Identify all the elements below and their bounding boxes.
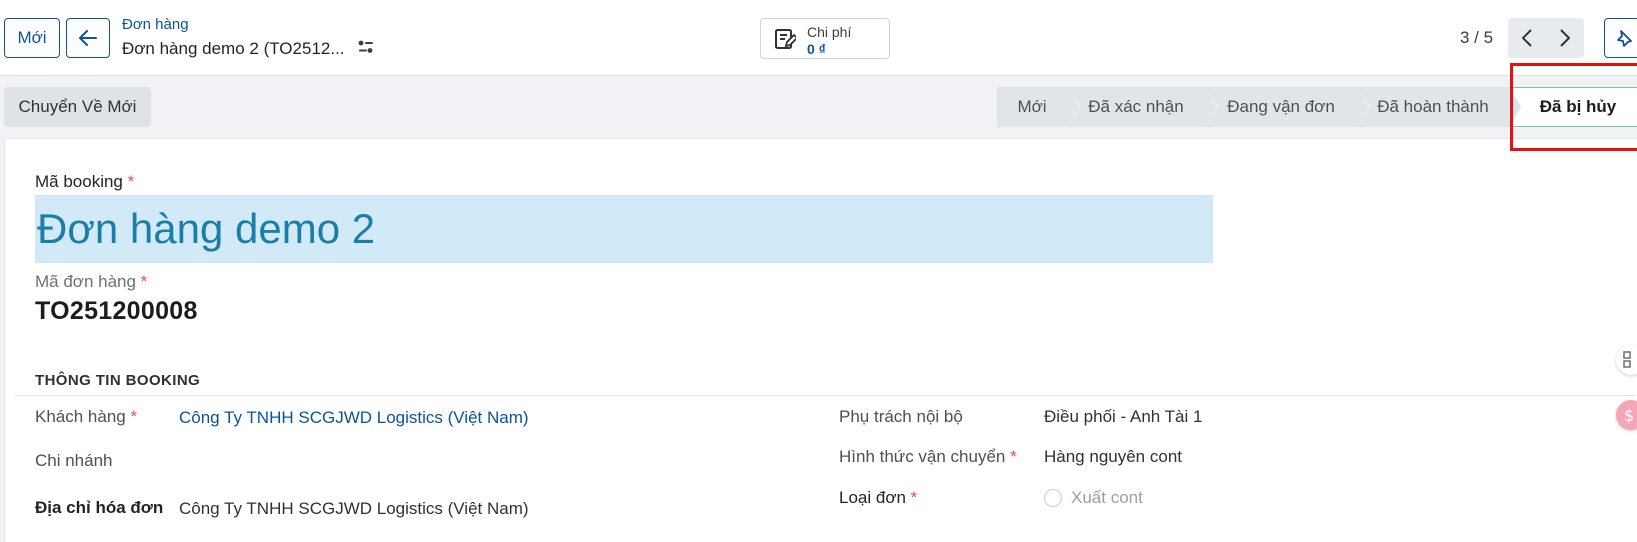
chevron-left-icon [1522, 29, 1532, 47]
stage-label: Đang vận đơn [1227, 97, 1335, 116]
customer-label: Khách hàng * [35, 407, 138, 426]
stage-new[interactable]: Mới [997, 87, 1080, 127]
invoice-address-label: Địa chỉ hóa đơn [35, 498, 164, 517]
booking-input[interactable]: Đơn hàng demo 2 [35, 195, 1213, 263]
branch-field[interactable] [179, 451, 779, 473]
required-marker: * [127, 172, 135, 191]
grid-view-icon[interactable] [1616, 345, 1637, 375]
order-type-radio[interactable] [1044, 489, 1062, 507]
pin-button[interactable] [1604, 18, 1637, 58]
transport-mode-field[interactable]: Hàng nguyên cont [1044, 447, 1182, 467]
control-panel: Mới Đơn hàng Đơn hàng demo 2 (TO2512... … [0, 0, 1637, 76]
breadcrumb-parent-link[interactable]: Đơn hàng [122, 16, 189, 33]
edit-document-icon [775, 29, 796, 49]
pager-buttons [1508, 18, 1584, 58]
pin-icon [1617, 30, 1632, 47]
back-button[interactable] [66, 18, 110, 58]
invoice-address-field[interactable]: Công Ty TNHH SCGJWD Logistics (Việt Nam) [179, 499, 529, 519]
booking-label: Mã booking * [35, 172, 135, 191]
order-code-label: Mã đơn hàng * [35, 272, 148, 291]
transport-mode-label: Hình thức vận chuyển * [839, 447, 1017, 466]
section-divider [15, 395, 1635, 396]
order-type-label: Loại đơn * [839, 488, 918, 507]
highlight-annotation [1510, 63, 1637, 151]
expense-smart-button[interactable]: Chi phí 0 ₫ [760, 18, 890, 59]
status-bar: Chuyển Về Mới Mới Đã xác nhận Đang vận đ… [0, 77, 1637, 137]
reset-to-new-button[interactable]: Chuyển Về Mới [4, 87, 151, 127]
stage-confirmed[interactable]: Đã xác nhận [1067, 87, 1218, 127]
expense-value: 0 ₫ [807, 41, 826, 57]
branch-label: Chi nhánh [35, 451, 113, 470]
section-title: THÔNG TIN BOOKING [35, 372, 201, 389]
customer-field[interactable]: Công Ty TNHH SCGJWD Logistics (Việt Nam) [179, 408, 529, 428]
chevron-right-icon [1560, 29, 1570, 47]
order-type-option-label: Xuất cont [1071, 488, 1143, 507]
arrow-left-icon [79, 30, 97, 46]
pager-next-button[interactable] [1546, 18, 1584, 58]
record-actions-icon[interactable] [358, 40, 374, 59]
stage-completed[interactable]: Đã hoàn thành [1357, 87, 1522, 127]
currency-icon[interactable]: $ [1616, 400, 1637, 430]
internal-owner-label: Phụ trách nội bộ [839, 407, 963, 426]
expense-label: Chi phí [807, 24, 852, 40]
booking-value: Đơn hàng demo 2 [37, 205, 376, 252]
stage-label: Đã hoàn thành [1377, 97, 1489, 116]
form-sheet: Mã booking * Đơn hàng demo 2 Mã đơn hàng… [4, 138, 1637, 542]
stage-label: Mới [1017, 97, 1047, 116]
stage-shipping[interactable]: Đang vận đơn [1205, 87, 1370, 127]
order-code-value: TO251200008 [35, 297, 198, 325]
pager-value[interactable]: 3 / 5 [1460, 28, 1493, 48]
breadcrumb-current: Đơn hàng demo 2 (TO2512... [122, 39, 345, 58]
new-button[interactable]: Mới [4, 18, 60, 58]
pager-previous-button[interactable] [1508, 18, 1546, 58]
svg-text:$: $ [1624, 406, 1634, 425]
internal-owner-field[interactable]: Điều phối - Anh Tài 1 [1044, 407, 1202, 427]
stage-label: Đã xác nhận [1088, 97, 1184, 116]
